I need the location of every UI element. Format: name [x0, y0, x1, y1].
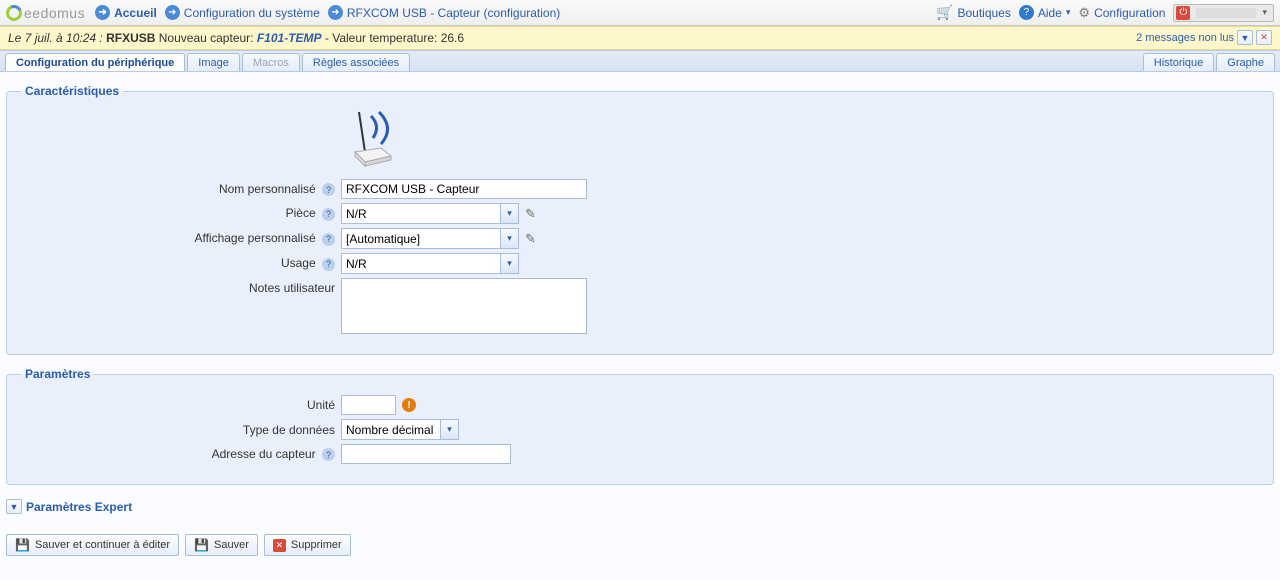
nav-device-label: RFXCOM USB - Capteur (configuration): [347, 6, 560, 20]
nav-home-label: Accueil: [114, 6, 157, 20]
nav-sysconf-label: Configuration du système: [184, 6, 320, 20]
sensor-address-label: Adresse du capteur ?: [21, 447, 341, 462]
cart-icon: 🛒: [936, 4, 953, 21]
delete-label: Supprimer: [291, 539, 342, 551]
usage-label: Usage ?: [21, 256, 341, 271]
help-icon: ?: [1019, 5, 1034, 20]
page-content: Caractéristiques Nom personnalisé ?: [0, 72, 1280, 530]
notif-sensor-link[interactable]: F101-TEMP: [257, 31, 322, 45]
tab-configuration[interactable]: Configuration du périphérique: [5, 53, 185, 71]
user-menu[interactable]: ⏻ ▾: [1173, 4, 1274, 22]
unit-input[interactable]: [341, 395, 396, 415]
action-bar: 💾 Sauver et continuer à éditer 💾 Sauver …: [0, 530, 1280, 564]
save-label: Sauver: [214, 539, 249, 551]
logo-icon: [6, 5, 22, 21]
chevron-down-icon: ▾: [1066, 7, 1071, 18]
notif-source: RFXUSB: [106, 31, 155, 45]
tab-image[interactable]: Image: [187, 53, 240, 71]
usage-select[interactable]: [341, 253, 501, 274]
power-icon: ⏻: [1176, 6, 1190, 20]
save-continue-label: Sauver et continuer à éditer: [35, 539, 170, 551]
name-label: Nom personnalisé ?: [21, 182, 341, 197]
notif-date: Le 7 juil. à 10:24 :: [8, 31, 103, 45]
help-icon[interactable]: ?: [322, 208, 335, 221]
name-input[interactable]: [341, 179, 587, 199]
help-icon[interactable]: ?: [322, 183, 335, 196]
tab-rules[interactable]: Règles associées: [302, 53, 410, 71]
panel-parameters: Paramètres Unité ! Type de données Adres…: [6, 367, 1274, 485]
top-nav: eedomus ➜ Accueil ➜ Configuration du sys…: [0, 0, 1280, 26]
nav-aide-label: Aide: [1038, 6, 1062, 20]
affichage-select[interactable]: [341, 228, 501, 249]
chevron-down-icon: ▾: [1262, 7, 1267, 18]
warning-icon: !: [402, 398, 416, 412]
notif-msg2: - Valeur temperature: 26.6: [325, 31, 464, 45]
help-icon[interactable]: ?: [322, 258, 335, 271]
tab-bar: Configuration du périphérique Image Macr…: [0, 50, 1280, 72]
datatype-label: Type de données: [21, 423, 341, 437]
gear-icon: ⚙: [1078, 5, 1090, 21]
usage-dropdown-button[interactable]: [501, 253, 519, 274]
arrow-icon: ➜: [165, 5, 180, 20]
logo[interactable]: eedomus: [6, 5, 85, 21]
sensor-address-input[interactable]: [341, 444, 511, 464]
close-icon: ✕: [273, 539, 286, 552]
nav-boutiques[interactable]: 🛒 Boutiques: [936, 4, 1011, 21]
tab-history[interactable]: Historique: [1143, 53, 1215, 71]
nav-boutiques-label: Boutiques: [957, 6, 1010, 20]
nav-device[interactable]: ➜ RFXCOM USB - Capteur (configuration): [328, 5, 560, 20]
piece-dropdown-button[interactable]: [501, 203, 519, 224]
affichage-label: Affichage personnalisé ?: [21, 231, 341, 246]
save-button[interactable]: 💾 Sauver: [185, 534, 258, 556]
nav-configuration[interactable]: ⚙ Configuration: [1078, 5, 1165, 21]
notes-label: Notes utilisateur: [21, 278, 341, 295]
arrow-icon: ➜: [95, 5, 110, 20]
panel-characteristics: Caractéristiques Nom personnalisé ?: [6, 84, 1274, 355]
expand-icon: ▼: [6, 499, 22, 514]
datatype-select[interactable]: [341, 419, 441, 440]
unit-label: Unité: [21, 398, 341, 412]
affichage-dropdown-button[interactable]: [501, 228, 519, 249]
save-icon: 💾: [15, 538, 30, 552]
notif-msg1: Nouveau capteur:: [159, 31, 254, 45]
save-continue-button[interactable]: 💾 Sauver et continuer à éditer: [6, 534, 179, 556]
logo-text: eedomus: [24, 5, 85, 21]
notes-textarea[interactable]: [341, 278, 587, 334]
edit-pencil-icon[interactable]: ✎: [525, 206, 536, 222]
nav-home[interactable]: ➜ Accueil: [95, 5, 157, 20]
unread-messages-link[interactable]: 2 messages non lus: [1136, 32, 1234, 44]
user-name: [1196, 8, 1256, 18]
piece-label: Pièce ?: [21, 206, 341, 221]
edit-pencil-icon[interactable]: ✎: [525, 231, 536, 247]
nav-configuration-label: Configuration: [1094, 6, 1165, 20]
expert-params-toggle[interactable]: ▼ Paramètres Expert: [6, 497, 1274, 522]
panel-parameters-legend: Paramètres: [21, 367, 94, 381]
arrow-icon: ➜: [328, 5, 343, 20]
notif-dropdown-button[interactable]: ▼: [1237, 30, 1253, 45]
notification-bar: Le 7 juil. à 10:24 : RFXUSB Nouveau capt…: [0, 26, 1280, 50]
expert-params-label: Paramètres Expert: [26, 500, 132, 514]
help-icon[interactable]: ?: [322, 233, 335, 246]
piece-select[interactable]: [341, 203, 501, 224]
tab-graph[interactable]: Graphe: [1216, 53, 1275, 71]
datatype-dropdown-button[interactable]: [441, 419, 459, 440]
help-icon[interactable]: ?: [322, 448, 335, 461]
tab-macros: Macros: [242, 53, 300, 71]
sensor-illustration: [351, 108, 1259, 171]
nav-sysconf[interactable]: ➜ Configuration du système: [165, 5, 320, 20]
delete-button[interactable]: ✕ Supprimer: [264, 534, 351, 556]
notif-close-button[interactable]: ✕: [1256, 30, 1272, 45]
panel-characteristics-legend: Caractéristiques: [21, 84, 123, 98]
nav-aide[interactable]: ? Aide ▾: [1019, 5, 1071, 20]
save-icon: 💾: [194, 538, 209, 552]
